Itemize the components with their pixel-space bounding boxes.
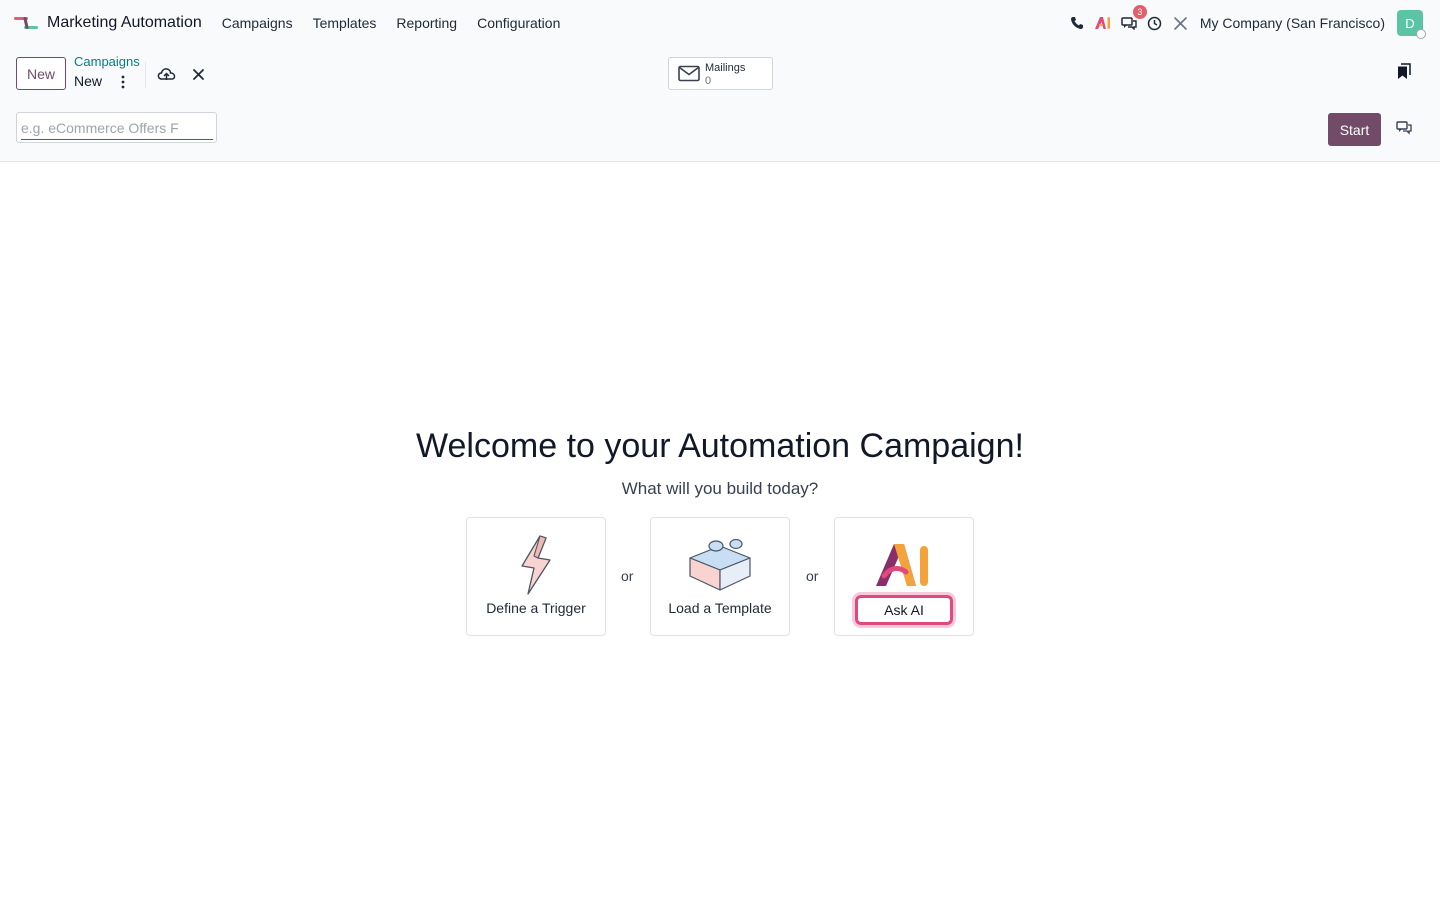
top-navbar: Marketing Automation Campaigns Templates… xyxy=(0,0,1440,46)
mailings-smart-button[interactable]: Mailings 0 xyxy=(668,57,773,90)
envelope-icon xyxy=(678,65,700,82)
load-template-label: Load a Template xyxy=(668,600,772,616)
app-brand[interactable]: Marketing Automation xyxy=(12,13,202,33)
welcome-title: Welcome to your Automation Campaign! xyxy=(416,427,1024,465)
ask-ai-button[interactable]: Ask AI xyxy=(855,595,953,625)
or-separator: or xyxy=(621,568,634,584)
start-button[interactable]: Start xyxy=(1328,113,1381,146)
lightning-bolt-icon xyxy=(467,534,605,598)
bookmark-icon[interactable] xyxy=(1397,63,1411,80)
mailings-count: 0 xyxy=(705,75,712,87)
main-content: Welcome to your Automation Campaign! Wha… xyxy=(0,163,1440,900)
discard-close-icon[interactable] xyxy=(192,68,205,81)
user-avatar[interactable]: D xyxy=(1397,10,1426,39)
breadcrumb-current: New xyxy=(74,73,103,89)
welcome-subtitle: What will you build today? xyxy=(621,479,819,498)
define-trigger-card[interactable]: Define a Trigger xyxy=(466,517,606,636)
ask-ai-card[interactable]: Ask AI xyxy=(834,517,974,636)
status-dot-icon xyxy=(1416,29,1426,39)
define-trigger-label: Define a Trigger xyxy=(486,600,586,616)
control-panel: New Campaigns New Mailings 0 xyxy=(0,46,1440,104)
main-menu: Campaigns Templates Reporting Configurat… xyxy=(222,15,581,31)
company-switcher[interactable]: My Company (San Francisco) xyxy=(1200,15,1385,31)
save-cloud-icon[interactable] xyxy=(157,67,176,82)
chatter-toggle-icon[interactable] xyxy=(1396,121,1412,135)
menu-item-campaigns[interactable]: Campaigns xyxy=(222,15,293,31)
menu-item-templates[interactable]: Templates xyxy=(313,15,377,31)
toolbar-divider xyxy=(145,62,146,88)
avatar-letter: D xyxy=(1405,15,1415,31)
load-template-card[interactable]: Load a Template xyxy=(650,517,790,636)
actions-menu-icon[interactable] xyxy=(116,74,130,90)
system-tray: 3 My Company (San Francisco) D xyxy=(1060,0,1440,46)
new-button[interactable]: New xyxy=(16,57,66,90)
app-name: Marketing Automation xyxy=(47,14,202,31)
mailings-label: Mailings xyxy=(705,62,746,74)
menu-item-configuration[interactable]: Configuration xyxy=(477,15,560,31)
campaign-name-wrapper xyxy=(16,112,217,143)
campaign-name-input[interactable] xyxy=(21,116,213,140)
clock-icon[interactable] xyxy=(1146,14,1164,32)
or-separator: or xyxy=(806,568,819,584)
messages-icon[interactable]: 3 xyxy=(1120,5,1147,32)
breadcrumb-campaigns[interactable]: Campaigns xyxy=(74,54,140,69)
tools-icon[interactable] xyxy=(1172,14,1190,32)
form-header: Start xyxy=(0,104,1440,162)
phone-icon[interactable] xyxy=(1068,14,1086,32)
puzzle-piece-icon xyxy=(651,534,789,598)
menu-item-reporting[interactable]: Reporting xyxy=(396,15,457,31)
ai-logo-icon xyxy=(835,534,973,598)
messages-badge: 3 xyxy=(1132,5,1147,19)
marketing-automation-logo-icon xyxy=(14,17,38,29)
ai-icon[interactable] xyxy=(1094,14,1112,32)
